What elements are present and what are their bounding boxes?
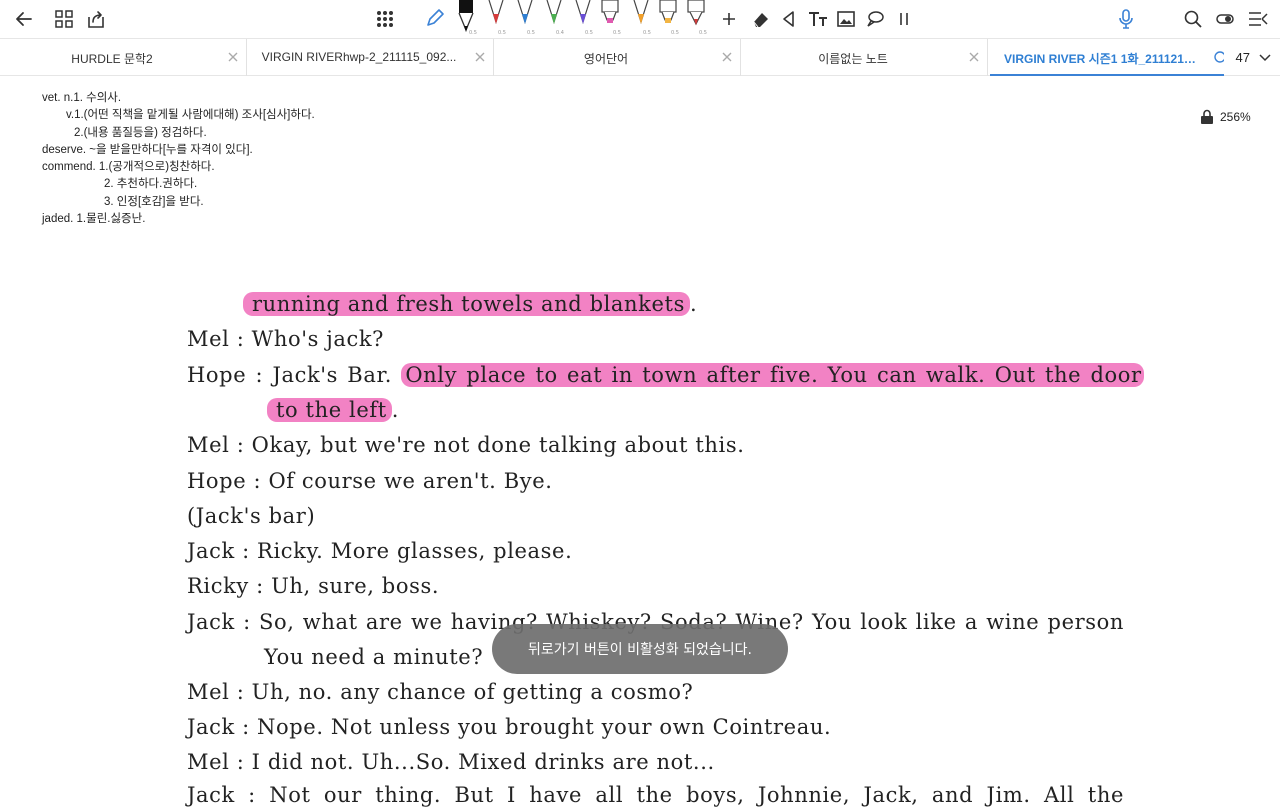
pen-red[interactable]: 0.5 bbox=[484, 0, 508, 36]
pen-green[interactable]: 0.4 bbox=[542, 0, 566, 36]
image-insert-icon[interactable] bbox=[834, 7, 858, 31]
close-icon[interactable] bbox=[473, 50, 487, 64]
search-icon[interactable] bbox=[1181, 7, 1205, 31]
tab-virgin-river-s1[interactable]: VIRGIN RIVER 시즌1 1화_211121_... bbox=[990, 39, 1224, 76]
tab-label: VIRGIN RIVER 시즌1 1화_211121_... bbox=[1004, 52, 1196, 66]
sync-icon bbox=[1214, 51, 1224, 63]
script-line: Mel : I did not. Uh...So. Mixed drinks a… bbox=[187, 750, 715, 774]
script-line: (Jack's bar) bbox=[187, 504, 316, 528]
top-toolbar: 0.5 0.5 0.5 0.4 0.5 0.5 0.5 0.5 0.5 bbox=[0, 0, 1280, 38]
note-line: 2. 추천하다.권하다. bbox=[104, 178, 198, 191]
toast-message: 뒤로가기 버튼이 비활성화 되었습니다. bbox=[492, 624, 788, 674]
pen-orange[interactable]: 0.5 bbox=[629, 0, 653, 36]
apps-grid-icon[interactable] bbox=[373, 7, 397, 31]
more-tools-icon[interactable] bbox=[892, 7, 916, 31]
tab-untitled-note[interactable]: 이름없는 노트 bbox=[741, 39, 988, 76]
notebook-tabs: HURDLE 문학2 VIRGIN RIVERhwp-2_211115_092.… bbox=[0, 38, 1280, 76]
note-line: jaded. 1.물린.싫증난. bbox=[42, 213, 146, 226]
page-count: 47 bbox=[1235, 50, 1250, 65]
close-icon[interactable] bbox=[967, 50, 981, 64]
tab-label: VIRGIN RIVERhwp-2_211115_092... bbox=[261, 50, 457, 64]
script-line: Jack : Ricky. More glasses, please. bbox=[187, 539, 573, 563]
script-line: running and fresh towels and blankets. bbox=[243, 289, 697, 319]
note-line: 2.(내용 품질등을) 정검하다. bbox=[74, 126, 207, 139]
note-line: deserve. ~을 받을만하다[누를 자격이 있다]. bbox=[42, 143, 253, 156]
text-tool-icon[interactable] bbox=[806, 7, 830, 31]
pen-black-selected[interactable]: 0.5 bbox=[455, 0, 479, 36]
note-line: vet. n.1. 수의사. bbox=[42, 92, 122, 104]
pen-size-label: 0.5 bbox=[585, 30, 593, 36]
close-icon[interactable] bbox=[720, 50, 734, 64]
tab-hurdle[interactable]: HURDLE 문학2 bbox=[0, 39, 247, 76]
tab-label: 이름없는 노트 bbox=[818, 52, 888, 66]
tab-label: HURDLE 문학2 bbox=[71, 52, 153, 66]
highlight: Only place to eat in town after five. Yo… bbox=[401, 363, 1144, 387]
note-line: 3. 인정[호감]을 받다. bbox=[104, 195, 204, 208]
microphone-icon[interactable] bbox=[1114, 7, 1138, 31]
grid-view-icon[interactable] bbox=[52, 7, 76, 31]
highlight: to the left bbox=[267, 398, 392, 422]
lasso-select-icon[interactable] bbox=[777, 7, 801, 31]
script-line: Mel : Uh, no. any chance of getting a co… bbox=[187, 680, 694, 704]
pen-tool-icon[interactable] bbox=[422, 7, 446, 31]
text: . bbox=[391, 398, 400, 422]
highlighter-yellow[interactable]: 0.5 bbox=[657, 0, 681, 36]
tab-label: 영어단어 bbox=[583, 52, 629, 66]
pen-blue[interactable]: 0.5 bbox=[513, 0, 537, 36]
chevron-down-icon[interactable] bbox=[1258, 51, 1272, 65]
pen-size-label: 0.5 bbox=[699, 30, 707, 36]
tab-virgin-river-hwp[interactable]: VIRGIN RIVERhwp-2_211115_092... bbox=[247, 39, 494, 76]
comment-bubble-icon[interactable] bbox=[863, 7, 887, 31]
lock-icon[interactable] bbox=[1200, 109, 1214, 125]
pen-calligraphy-red[interactable]: 0.5 bbox=[685, 0, 709, 36]
menu-icon[interactable] bbox=[1246, 7, 1270, 31]
text: . bbox=[689, 292, 698, 316]
script-line: Hope : Jack's Bar. Only place to eat in … bbox=[187, 360, 1144, 390]
toggle-mode-icon[interactable] bbox=[1213, 7, 1237, 31]
script-line: Mel : Who's jack? bbox=[187, 327, 385, 351]
pen-size-label: 0.5 bbox=[613, 30, 621, 36]
pen-size-label: 0.5 bbox=[671, 30, 679, 36]
back-arrow-icon[interactable] bbox=[12, 7, 36, 31]
pen-size-label: 0.4 bbox=[556, 30, 564, 36]
zoom-level: 256% bbox=[1220, 110, 1251, 124]
tab-english-words[interactable]: 영어단어 bbox=[494, 39, 741, 76]
highlighter-pink[interactable]: 0.5 bbox=[599, 0, 623, 36]
note-line: commend. 1.(공개적으로)칭찬하다. bbox=[42, 161, 215, 174]
eraser-icon[interactable] bbox=[749, 7, 773, 31]
script-line: Hope : Of course we aren't. Bye. bbox=[187, 469, 553, 493]
script-line: You need a minute? bbox=[264, 645, 484, 669]
pen-size-label: 0.5 bbox=[498, 30, 506, 36]
script-line: to the left. bbox=[267, 395, 399, 425]
script-line: Jack : Nope. Not unless you brought your… bbox=[187, 715, 832, 739]
highlight: running and fresh towels and blankets bbox=[243, 292, 690, 316]
pen-size-label: 0.5 bbox=[527, 30, 535, 36]
pen-size-label: 0.5 bbox=[469, 30, 477, 36]
script-line: Jack : Not our thing. But I have all the… bbox=[187, 783, 1124, 807]
text: Hope : Jack's Bar. bbox=[187, 363, 393, 387]
vocabulary-notes: vet. n.1. 수의사. v.1.(어떤 직책을 맡게될 사람에대해) 조사… bbox=[42, 90, 315, 228]
note-line: v.1.(어떤 직책을 맡게될 사람에대해) 조사[심사]하다. bbox=[66, 109, 315, 122]
share-export-icon[interactable] bbox=[84, 7, 108, 31]
close-icon[interactable] bbox=[226, 50, 240, 64]
add-pen-icon[interactable] bbox=[717, 7, 741, 31]
pen-size-label: 0.5 bbox=[643, 30, 651, 36]
pen-purple[interactable]: 0.5 bbox=[571, 0, 595, 36]
script-line: Ricky : Uh, sure, boss. bbox=[187, 574, 440, 598]
script-line: Mel : Okay, but we're not done talking a… bbox=[187, 433, 745, 457]
